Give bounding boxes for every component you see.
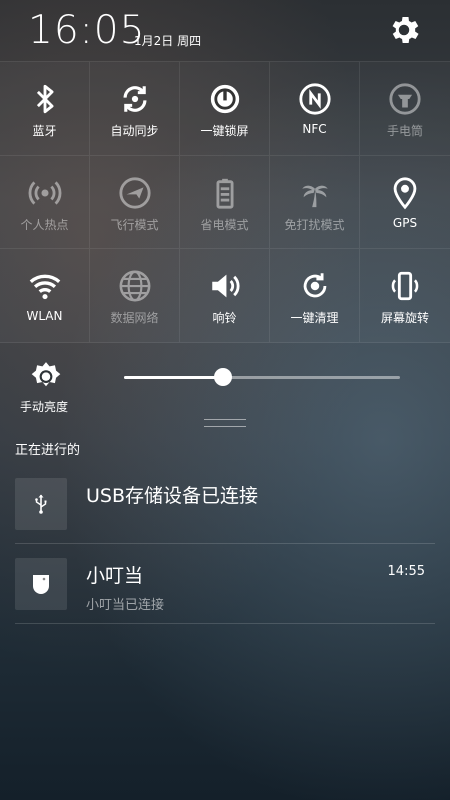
brightness-label: 手动亮度 xyxy=(20,400,69,414)
tile-power-saving[interactable]: 省电模式 xyxy=(180,155,270,250)
device-icon xyxy=(33,575,49,594)
notification-time: 14:55 xyxy=(387,564,425,579)
notification-divider xyxy=(15,543,435,544)
lock-screen-icon xyxy=(210,84,239,114)
tile-label: 省电模式 xyxy=(200,217,249,232)
notification-title: 小叮当 xyxy=(86,565,144,587)
gear-icon[interactable] xyxy=(386,12,422,48)
tile-label: 一键清理 xyxy=(290,311,339,326)
globe-icon xyxy=(119,270,150,302)
usb-icon xyxy=(35,494,47,514)
speaker-icon xyxy=(211,274,239,298)
tile-label: 屏幕旋转 xyxy=(380,311,429,326)
tile-screen-rotation[interactable]: 屏幕旋转 xyxy=(360,249,450,343)
bluetooth-icon xyxy=(36,84,53,114)
notification-subtitle: 小叮当已连接 xyxy=(86,598,165,613)
tile-flashlight[interactable]: 手电筒 xyxy=(360,62,450,156)
notification-icon-box xyxy=(15,558,67,610)
nfc-icon xyxy=(298,83,331,115)
brightness-slider-fill xyxy=(124,376,224,379)
tile-one-click-clean[interactable]: 一键清理 xyxy=(270,249,360,343)
tile-auto-sync[interactable]: 自动同步 xyxy=(90,62,180,156)
tile-mobile-data[interactable]: 数据网络 xyxy=(90,249,180,343)
notification-divider xyxy=(15,623,435,624)
ongoing-section-title: 正在进行的 xyxy=(15,443,81,458)
tile-nfc[interactable]: NFC xyxy=(270,62,360,156)
tile-label: 数据网络 xyxy=(110,311,159,326)
notification-device[interactable]: 小叮当 小叮当已连接 14:55 xyxy=(15,558,435,613)
tile-label: 蓝牙 xyxy=(32,124,57,138)
tile-label: 免打扰模式 xyxy=(284,217,345,232)
rotate-screen-icon xyxy=(391,272,419,301)
tile-label: 响铃 xyxy=(212,311,237,326)
tile-label: WLAN xyxy=(26,309,63,324)
tile-label: 手电筒 xyxy=(386,124,423,138)
tile-label: 飞行模式 xyxy=(110,217,159,232)
brightness-sun-icon[interactable] xyxy=(29,360,63,394)
flashlight-icon xyxy=(389,83,421,115)
tile-label: NFC xyxy=(302,122,327,136)
clock-time: 16:05 xyxy=(28,8,146,53)
battery-icon xyxy=(216,178,233,209)
hotspot-icon xyxy=(28,180,61,205)
quick-settings-grid: 蓝牙 自动同步 一键锁屏 NFC 手电筒 个人热点 飞行模式 省电模式 免打扰模… xyxy=(0,61,450,343)
tile-label: 一键锁屏 xyxy=(200,124,249,138)
tile-label: 自动同步 xyxy=(110,124,159,138)
tile-bluetooth[interactable]: 蓝牙 xyxy=(0,62,90,156)
notification-icon-box xyxy=(15,478,67,530)
wifi-icon xyxy=(29,274,60,300)
clean-icon xyxy=(303,273,326,298)
tile-ringer[interactable]: 响铃 xyxy=(180,249,270,343)
sync-icon xyxy=(123,86,146,112)
notification-title: USB存储设备已连接 xyxy=(86,485,259,507)
tile-gps[interactable]: GPS xyxy=(360,156,450,250)
tile-hotspot[interactable]: 个人热点 xyxy=(0,155,90,250)
tile-label: GPS xyxy=(392,215,418,230)
tile-airplane-mode[interactable]: 飞行模式 xyxy=(90,155,180,250)
tile-wlan[interactable]: WLAN xyxy=(0,249,90,343)
tile-lock-screen[interactable]: 一键锁屏 xyxy=(180,62,270,156)
airplane-icon xyxy=(118,177,151,209)
clock-date: 1月2日 周四 xyxy=(134,34,202,48)
brightness-slider[interactable] xyxy=(124,368,400,386)
drag-handle[interactable] xyxy=(204,419,246,427)
status-header: 16:05 1月2日 周四 xyxy=(0,0,450,60)
notification-usb[interactable]: USB存储设备已连接 xyxy=(15,478,435,530)
tile-label: 个人热点 xyxy=(20,217,69,232)
location-pin-icon xyxy=(393,177,417,209)
palm-tree-icon xyxy=(301,185,328,207)
tile-do-not-disturb[interactable]: 免打扰模式 xyxy=(270,155,360,250)
